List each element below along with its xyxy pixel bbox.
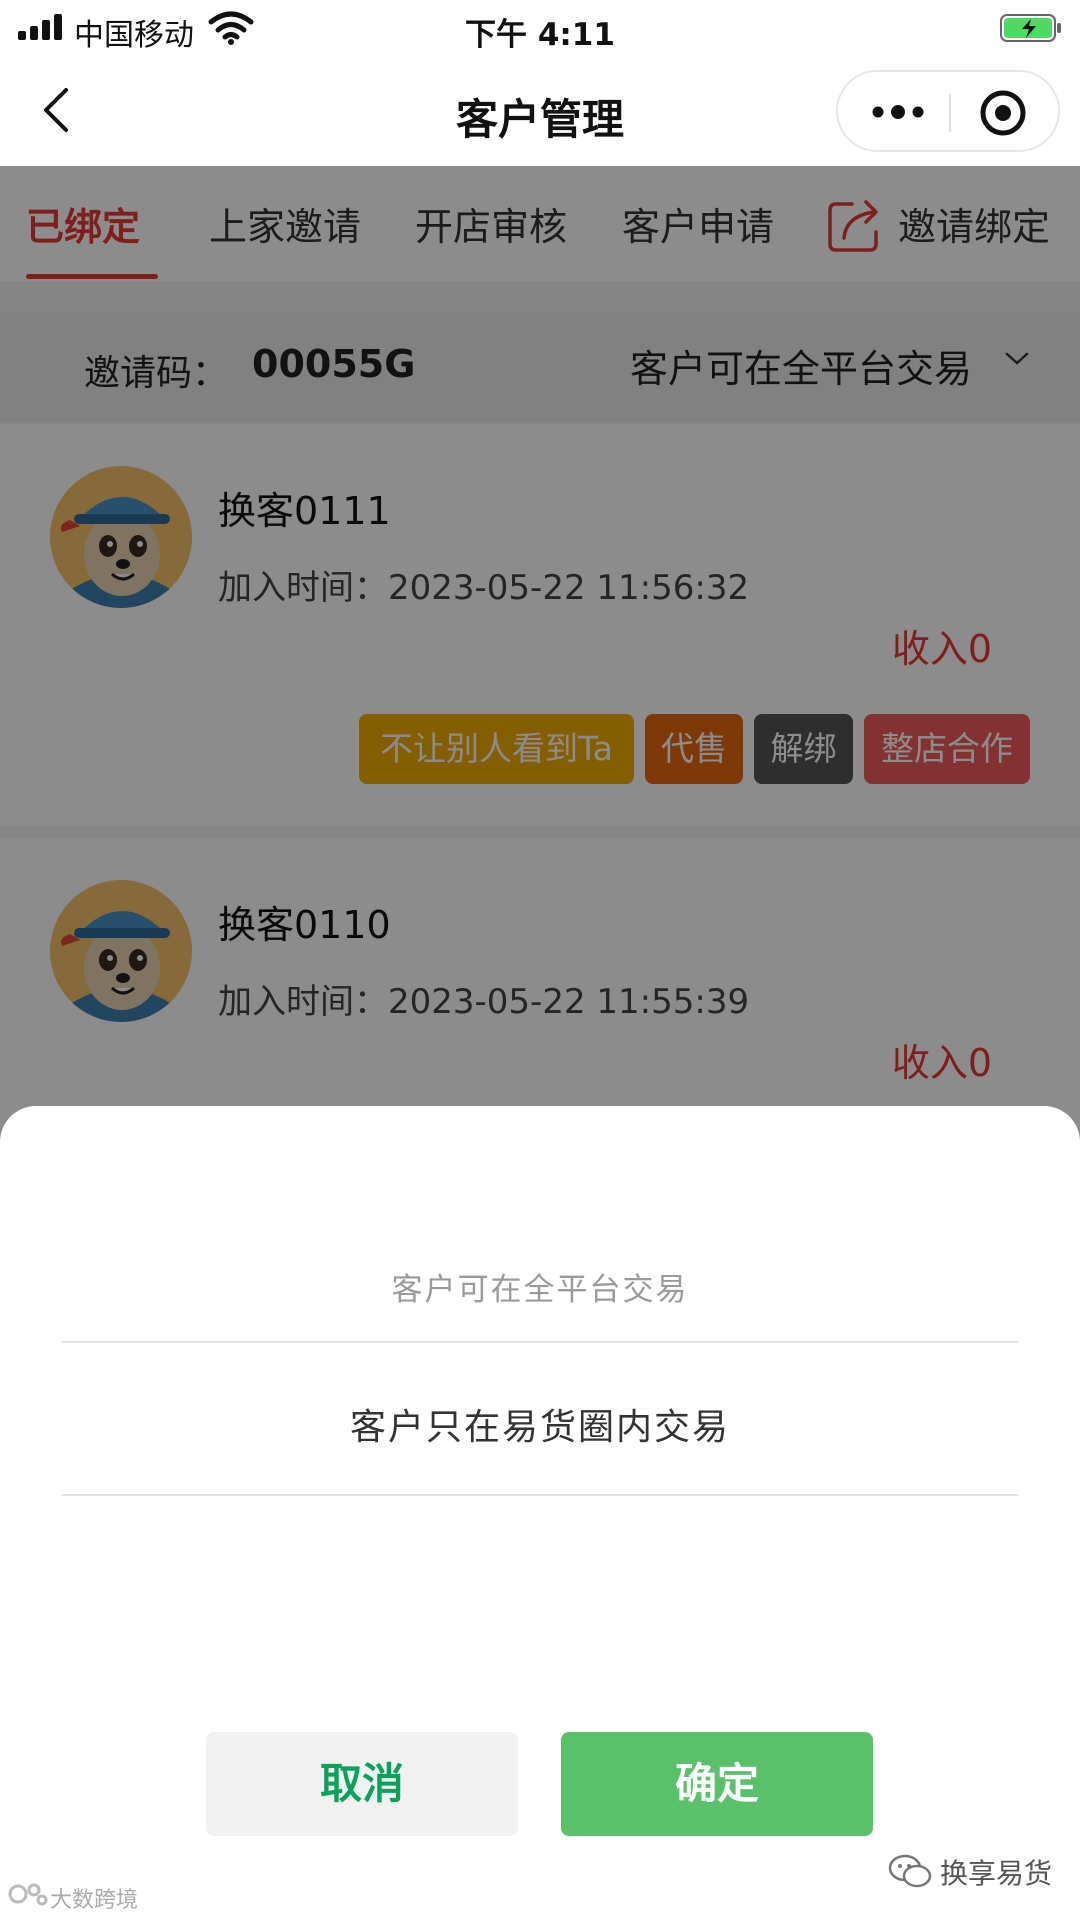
picker-option-barter-circle[interactable]: 客户只在易货圈内交易 xyxy=(62,1398,1018,1450)
trade-scope-picker-sheet: 客户可在全平台交易 客户只在易货圈内交易 取消 确定 换享易货 大数跨境 xyxy=(0,1106,1080,1920)
target-icon[interactable] xyxy=(978,88,1028,138)
watermark-text: 大数跨境 xyxy=(50,1888,139,1913)
watermark-logo-icon xyxy=(8,1883,48,1906)
picker-option-all-platform[interactable]: 客户可在全平台交易 xyxy=(62,1264,1018,1309)
battery-charging-icon xyxy=(1000,14,1061,42)
more-icon[interactable] xyxy=(868,96,928,128)
confirm-button[interactable]: 确定 xyxy=(561,1732,873,1836)
mini-program-capsule xyxy=(836,70,1060,152)
wechat-icon xyxy=(888,1854,932,1888)
status-time: 下午 4:11 xyxy=(465,17,615,53)
picker-divider xyxy=(62,1341,1018,1343)
official-account-name: 换享易货 xyxy=(940,1857,1053,1890)
status-bar: 中国移动 下午 4:11 xyxy=(0,0,1080,56)
nav-bar: 客户管理 xyxy=(0,56,1080,166)
picker-divider xyxy=(62,1494,1018,1496)
capsule-divider xyxy=(949,94,951,132)
cancel-button[interactable]: 取消 xyxy=(206,1732,518,1836)
